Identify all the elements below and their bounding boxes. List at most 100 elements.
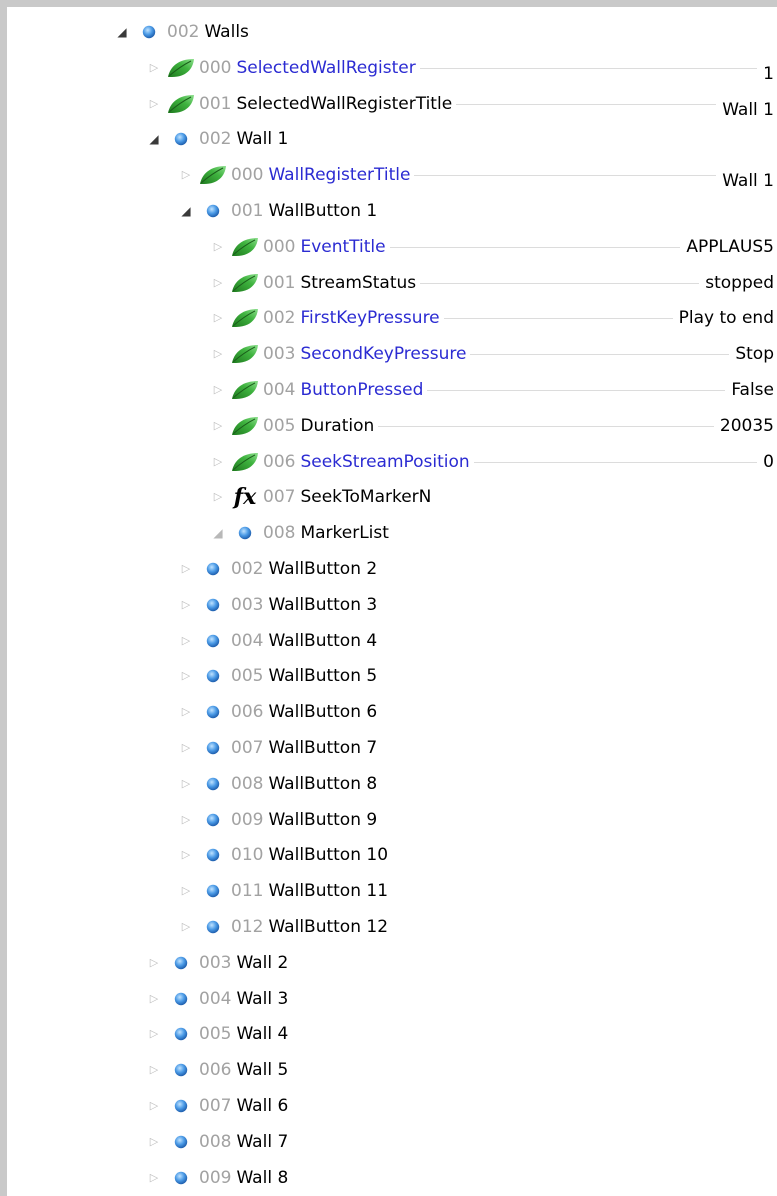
tree-node[interactable]: ▷ 002 FirstKeyPressure Play to end — [0, 300, 777, 337]
node-index: 008 — [231, 773, 264, 794]
expand-arrow-icon[interactable]: ▷ — [207, 479, 229, 515]
expand-arrow-icon[interactable]: ▷ — [175, 766, 197, 802]
expand-arrow-icon[interactable]: ▷ — [143, 50, 165, 86]
tree-node[interactable]: ▷ 005 WallButton 5 — [0, 658, 777, 694]
leader-line — [378, 425, 714, 427]
node-label: Wall 4 — [236, 1024, 289, 1045]
node-index: 000 — [263, 236, 296, 257]
blue-sphere-icon — [165, 121, 197, 157]
blue-sphere-icon — [197, 730, 229, 766]
tree-node[interactable]: ▷ 003 WallButton 3 — [0, 587, 777, 623]
tree-node[interactable]: ▷ 012 WallButton 12 — [0, 909, 777, 945]
node-index: 008 — [199, 1131, 232, 1152]
tree-node[interactable]: ▷ 000 EventTitle APPLAUS5 — [0, 228, 777, 265]
node-label: Walls — [204, 22, 249, 42]
tree-node[interactable]: ▷ 000 WallRegisterTitle Wall 1 — [0, 157, 777, 200]
node-index: 003 — [263, 344, 296, 365]
tree-node[interactable]: ▷ 006 Wall 5 — [0, 1052, 777, 1088]
tree-node[interactable]: ▷ 008 Wall 7 — [0, 1124, 777, 1160]
tree-node[interactable]: ▷ fx 007 SeekToMarkerN — [0, 479, 777, 515]
collapse-arrow-icon[interactable]: ◢ — [175, 193, 197, 229]
expand-arrow-icon[interactable]: ▷ — [207, 229, 229, 265]
blue-sphere-icon — [165, 1016, 197, 1052]
tree-node[interactable]: ◢ 008 MarkerList — [0, 515, 777, 551]
green-leaf-icon — [229, 300, 261, 336]
expand-arrow-icon[interactable]: ▷ — [175, 587, 197, 623]
expand-arrow-icon[interactable]: ▷ — [143, 1016, 165, 1052]
expand-arrow-icon[interactable]: ▷ — [175, 157, 197, 193]
tree-node[interactable]: ▷ 006 SeekStreamPosition 0 — [0, 443, 777, 480]
tree-node[interactable]: ▷ 003 SecondKeyPressure Stop — [0, 336, 777, 373]
expand-arrow-icon[interactable]: ▷ — [175, 694, 197, 730]
expand-arrow-icon[interactable]: ▷ — [175, 909, 197, 945]
expand-arrow-icon[interactable]: ▷ — [175, 802, 197, 838]
node-index: 002 — [231, 559, 264, 579]
tree-node[interactable]: ▷ 004 ButtonPressed False — [0, 372, 777, 408]
tree-node[interactable]: ▷ 011 WallButton 11 — [0, 873, 777, 909]
expand-arrow-icon[interactable]: ▷ — [143, 981, 165, 1017]
collapse-arrow-icon[interactable]: ◢ — [207, 515, 229, 551]
tree-node[interactable]: ▷ 000 SelectedWallRegister 1 — [0, 50, 777, 92]
expand-arrow-icon[interactable]: ▷ — [143, 945, 165, 981]
tree-node[interactable]: ▷ 005 Wall 4 — [0, 1016, 777, 1052]
expand-arrow-icon[interactable]: ▷ — [175, 658, 197, 694]
blue-sphere-icon — [197, 694, 229, 730]
tree-root-node[interactable]: ◢ 002 Walls — [0, 14, 777, 50]
expand-arrow-icon[interactable]: ▷ — [207, 336, 229, 372]
leader-line — [470, 354, 729, 356]
tree-view[interactable]: ◢ 002 Walls ▷ 000 SelectedWallRegister 1 ▷ 001 Se… — [0, 0, 777, 1196]
expand-arrow-icon[interactable]: ▷ — [143, 1052, 165, 1088]
tree-node[interactable]: ▷ 001 StreamStatus stopped — [0, 264, 777, 301]
node-label: Wall 3 — [236, 988, 289, 1009]
tree-node[interactable]: ▷ 002 WallButton 2 — [0, 551, 777, 587]
expand-arrow-icon[interactable]: ▷ — [175, 730, 197, 766]
tree-node[interactable]: ▷ 008 WallButton 8 — [0, 766, 777, 802]
expand-arrow-icon[interactable]: ▷ — [143, 1124, 165, 1160]
tree-node[interactable]: ◢ 001 WallButton 1 — [0, 193, 777, 229]
node-label: SelectedWallRegisterTitle — [236, 93, 453, 114]
collapse-arrow-icon[interactable]: ◢ — [143, 121, 165, 157]
tree-node[interactable]: ▷ 009 Wall 8 — [0, 1160, 777, 1196]
tree-node[interactable]: ▷ 006 WallButton 6 — [0, 694, 777, 730]
node-index: 000 — [199, 57, 232, 78]
tree-node[interactable]: ▷ 003 Wall 2 — [0, 945, 777, 981]
node-label: Wall 1 — [236, 129, 289, 150]
tree-node[interactable]: ▷ 009 WallButton 9 — [0, 802, 777, 838]
tree-node[interactable]: ▷ 005 Duration 20035 — [0, 407, 777, 444]
node-label: Wall 6 — [236, 1096, 289, 1116]
expand-arrow-icon[interactable]: ▷ — [175, 623, 197, 659]
blue-sphere-icon — [165, 1124, 197, 1160]
expand-arrow-icon[interactable]: ▷ — [175, 837, 197, 873]
node-index: 010 — [231, 845, 264, 866]
expand-arrow-icon[interactable]: ▷ — [143, 1088, 165, 1124]
expand-arrow-icon[interactable]: ▷ — [143, 86, 165, 122]
green-leaf-icon — [229, 444, 261, 480]
node-index: 002 — [199, 129, 232, 150]
green-leaf-icon — [229, 336, 261, 372]
node-value: Stop — [731, 336, 774, 373]
expand-arrow-icon[interactable]: ▷ — [207, 265, 229, 301]
expand-arrow-icon[interactable]: ▷ — [207, 408, 229, 444]
blue-sphere-icon — [133, 14, 165, 50]
expand-arrow-icon[interactable]: ▷ — [143, 1160, 165, 1196]
node-index: 001 — [199, 93, 232, 114]
tree-node[interactable]: ◢ 002 Wall 1 — [0, 121, 777, 157]
expand-arrow-icon[interactable]: ▷ — [207, 300, 229, 336]
collapse-arrow-icon[interactable]: ◢ — [111, 14, 133, 50]
expand-arrow-icon[interactable]: ▷ — [207, 372, 229, 408]
node-label: Wall 8 — [236, 1167, 289, 1188]
tree-node[interactable]: ▷ 007 WallButton 7 — [0, 730, 777, 766]
tree-node[interactable]: ▷ 004 Wall 3 — [0, 981, 777, 1017]
node-value: 0 — [759, 443, 774, 480]
expand-arrow-icon[interactable]: ▷ — [175, 873, 197, 909]
expand-arrow-icon[interactable]: ▷ — [207, 444, 229, 480]
tree-node[interactable]: ▷ 010 WallButton 10 — [0, 837, 777, 873]
tree-node[interactable]: ▷ 001 SelectedWallRegisterTitle Wall 1 — [0, 86, 777, 128]
blue-sphere-icon — [197, 837, 229, 873]
tree-node[interactable]: ▷ 007 Wall 6 — [0, 1088, 777, 1124]
node-index: 005 — [263, 415, 296, 436]
node-label: FirstKeyPressure — [300, 308, 440, 329]
tree-node[interactable]: ▷ 004 WallButton 4 — [0, 623, 777, 659]
expand-arrow-icon[interactable]: ▷ — [175, 551, 197, 587]
blue-sphere-icon — [197, 873, 229, 909]
